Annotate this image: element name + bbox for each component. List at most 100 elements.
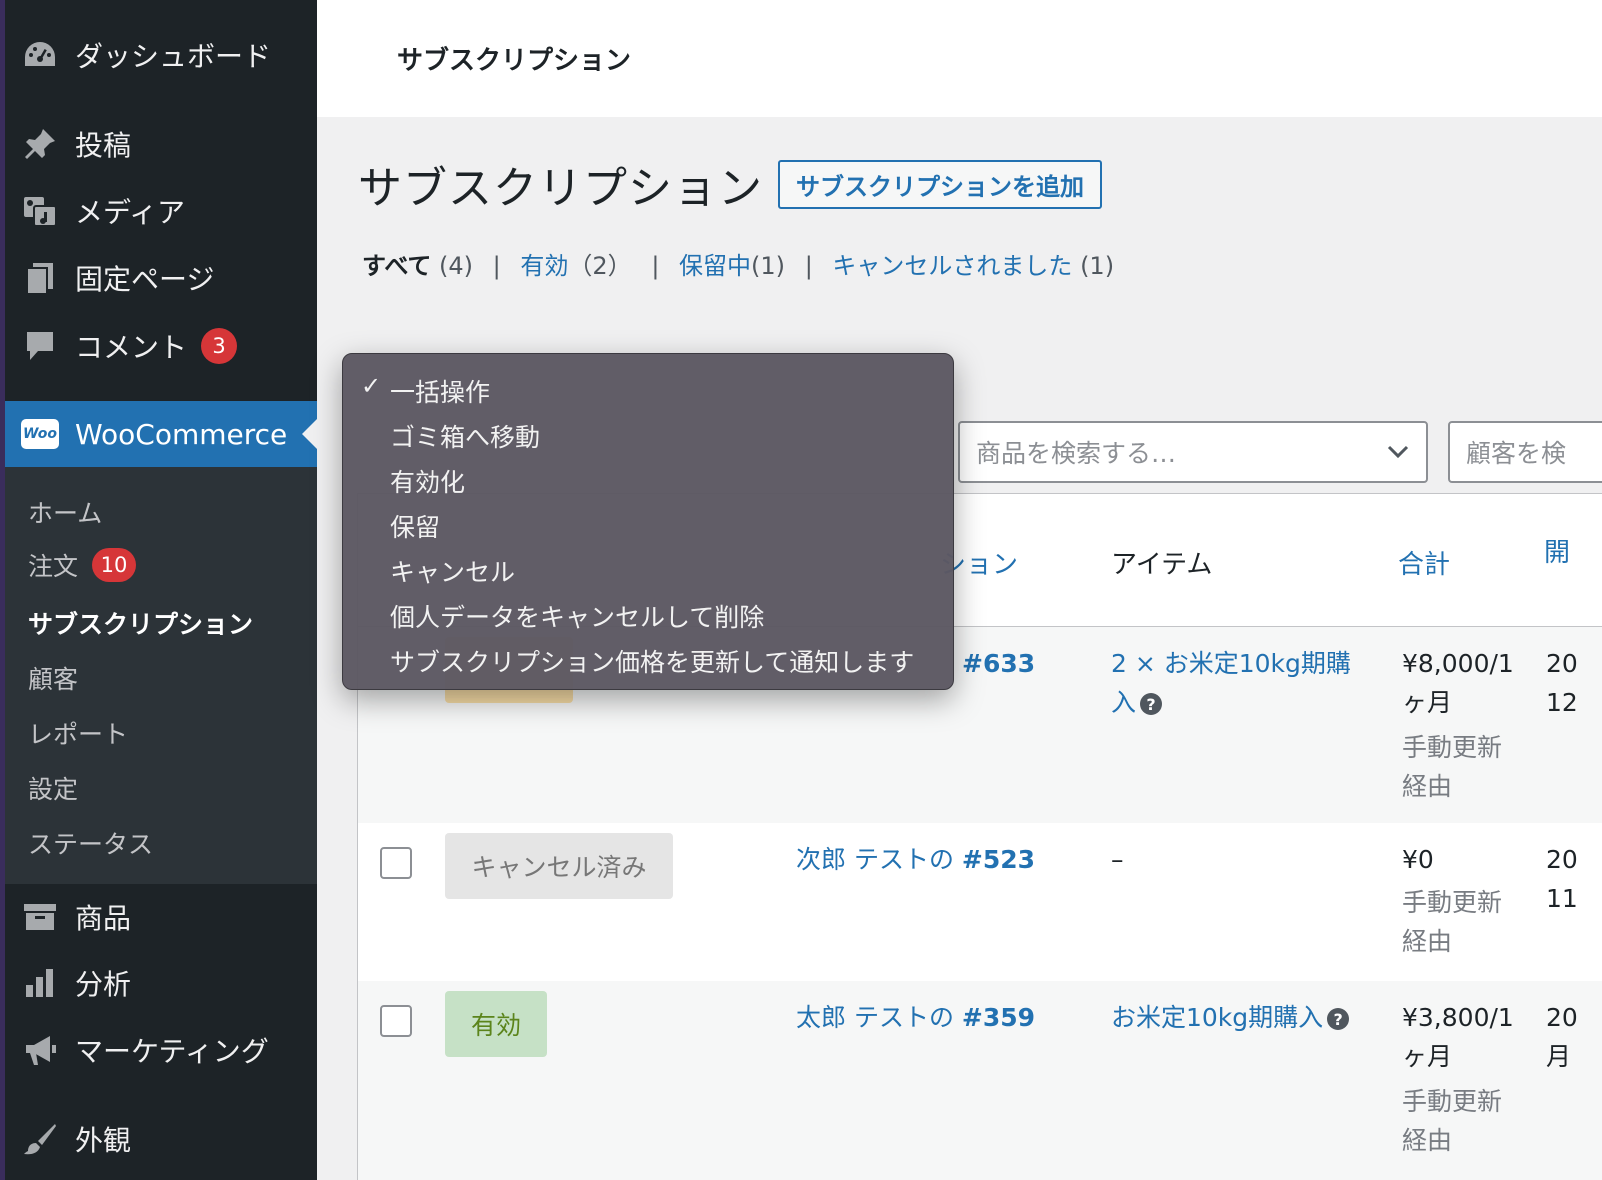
sidebar-item-label: 固定ページ: [75, 263, 215, 296]
renewal-method-suffix: 経由: [1402, 1126, 1453, 1155]
submenu-item-home[interactable]: ホーム: [28, 494, 102, 530]
table-row: 有効 太郎 テストの #359 お米定10kg期購入? ¥3,800/1 ヶ月 …: [358, 981, 1602, 1180]
status-badge: キャンセル済み: [445, 833, 673, 899]
renewal-method: 手動更新: [1402, 888, 1503, 917]
date-line: 11: [1546, 884, 1578, 913]
dashboard-icon: [5, 40, 75, 70]
submenu-item-orders[interactable]: 注文 10: [28, 547, 137, 583]
subscription-title: 次郎 テストの #523: [796, 840, 1035, 879]
item-line[interactable]: 入: [1111, 688, 1136, 717]
item-line[interactable]: 2 × お米定10kg期購: [1111, 644, 1351, 683]
admin-sidebar: ダッシュボード 投稿 メディア 固定ページ コメント 3 Woo WooComm…: [0, 0, 317, 1180]
subscription-number-link[interactable]: #633: [962, 644, 1035, 683]
start-date: 20 11: [1546, 840, 1578, 918]
column-header-total[interactable]: 合計: [1398, 544, 1450, 581]
pages-icon: [5, 261, 75, 295]
customer-search-select[interactable]: 顧客を検: [1448, 421, 1602, 483]
date-line: 20: [1546, 649, 1578, 678]
subscription-items: 2 × お米定10kg期購 入?: [1111, 644, 1351, 722]
row-checkbox[interactable]: [380, 847, 412, 879]
column-header-start-date[interactable]: 開: [1544, 532, 1570, 569]
bulk-actions-dropdown[interactable]: ✓ 一括操作 ゴミ箱へ移動 有効化 保留 キャンセル 個人データをキャンセルして…: [342, 353, 954, 690]
add-subscription-button[interactable]: サブスクリプションを追加: [778, 160, 1102, 209]
total-amount: ¥8,000/1: [1402, 649, 1514, 678]
submenu-item-settings[interactable]: 設定: [28, 770, 78, 806]
item-line[interactable]: お米定10kg期購入: [1111, 1003, 1323, 1032]
bulk-action-option[interactable]: 個人データをキャンセルして削除: [390, 598, 764, 634]
orders-count-badge: 10: [92, 548, 137, 582]
product-search-select[interactable]: 商品を検索する…: [958, 421, 1428, 483]
subscription-items: –: [1111, 845, 1124, 874]
sidebar-item-label: WooCommerce: [75, 417, 288, 451]
bulk-action-option[interactable]: ゴミ箱へ移動: [390, 418, 540, 454]
sidebar-item-label: 商品: [75, 902, 132, 935]
view-onhold-count: (1): [751, 252, 786, 280]
header-title: サブスクリプション: [397, 46, 632, 76]
archive-icon: [5, 902, 75, 932]
help-icon[interactable]: ?: [1140, 693, 1163, 715]
view-active-link[interactable]: 有効: [520, 252, 568, 280]
renewal-method: 手動更新: [1402, 1087, 1503, 1116]
sidebar-item-products[interactable]: 商品: [5, 889, 317, 945]
subscription-total: ¥3,800/1 ヶ月 手動更新 経由: [1402, 998, 1514, 1160]
sidebar-item-label: メディア: [75, 196, 186, 229]
submenu-item-customers[interactable]: 顧客: [28, 660, 78, 696]
row-checkbox[interactable]: [380, 1005, 412, 1037]
subscription-number-link[interactable]: #523: [962, 845, 1035, 874]
bulk-action-option[interactable]: 有効化: [390, 463, 465, 499]
comment-count-badge: 3: [201, 328, 238, 364]
submenu-item-status[interactable]: ステータス: [28, 825, 153, 861]
subscription-number-link[interactable]: #359: [962, 1003, 1035, 1032]
chevron-down-icon: [1386, 439, 1410, 469]
sidebar-item-dashboard[interactable]: ダッシュボード: [5, 27, 317, 83]
woo-icon: Woo: [5, 419, 75, 449]
submenu-item-reports[interactable]: レポート: [28, 715, 128, 751]
customer-name-link[interactable]: 太郎 テストの: [796, 1003, 954, 1032]
total-period: ヶ月: [1402, 688, 1453, 717]
sidebar-item-pages[interactable]: 固定ページ: [5, 250, 317, 306]
sidebar-item-label: マーケティング: [75, 1035, 269, 1068]
customer-name-link[interactable]: 次郎 テストの: [796, 845, 954, 874]
submenu-item-label: レポート: [28, 720, 129, 749]
product-search-placeholder: 商品を検索する…: [976, 439, 1177, 468]
date-line: 月: [1546, 1042, 1572, 1071]
current-menu-arrow: [302, 419, 317, 449]
status-badge: 有効: [445, 991, 547, 1057]
sidebar-item-comments[interactable]: コメント 3: [5, 318, 317, 374]
date-line: 12: [1546, 688, 1578, 717]
sidebar-item-appearance[interactable]: 外観: [5, 1111, 317, 1167]
sidebar-item-label: 外観: [75, 1124, 132, 1157]
renewal-method-suffix: 経由: [1402, 927, 1453, 956]
bulk-action-option[interactable]: 保留: [390, 508, 440, 544]
view-onhold-link[interactable]: 保留中: [679, 252, 751, 280]
submenu-item-label: サブスクリプション: [28, 610, 254, 639]
page-header-bar: サブスクリプション: [317, 0, 1602, 117]
bulk-action-option[interactable]: 一括操作: [390, 373, 490, 409]
sidebar-item-analytics[interactable]: 分析: [5, 955, 317, 1011]
sidebar-item-posts[interactable]: 投稿: [5, 116, 317, 172]
help-icon[interactable]: ?: [1327, 1008, 1350, 1030]
view-all-count: (4): [439, 252, 474, 280]
bulk-action-option[interactable]: キャンセル: [390, 553, 515, 589]
submenu-item-label: ステータス: [28, 830, 154, 859]
submenu-item-subscriptions[interactable]: サブスクリプション: [28, 605, 253, 641]
subscription-title: 太郎 テストの #359: [796, 998, 1035, 1037]
status-filter-links: すべて (4) | 有効（2） | 保留中(1) | キャンセルされました (1…: [362, 246, 1114, 281]
checkmark-icon: ✓: [361, 372, 382, 400]
sidebar-item-media[interactable]: メディア: [5, 183, 317, 239]
bulk-action-option[interactable]: サブスクリプション価格を更新して通知します: [390, 643, 914, 679]
sidebar-item-marketing[interactable]: マーケティング: [5, 1022, 317, 1078]
page-title: サブスクリプション: [358, 163, 763, 214]
renewal-method-suffix: 経由: [1402, 772, 1453, 801]
view-separator: |: [804, 252, 813, 280]
megaphone-icon: [5, 1032, 75, 1068]
view-cancelled-link[interactable]: キャンセルされました: [832, 252, 1072, 280]
comment-icon: [5, 329, 75, 363]
view-all-link[interactable]: すべて: [362, 252, 431, 280]
submenu-item-label: 設定: [28, 775, 79, 804]
sidebar-item-label: コメント: [75, 331, 188, 364]
sidebar-item-label: 分析: [75, 968, 132, 1001]
sidebar-item-label: 投稿: [75, 129, 132, 162]
date-line: 20: [1546, 845, 1578, 874]
sidebar-item-woocommerce[interactable]: Woo WooCommerce: [5, 401, 317, 467]
